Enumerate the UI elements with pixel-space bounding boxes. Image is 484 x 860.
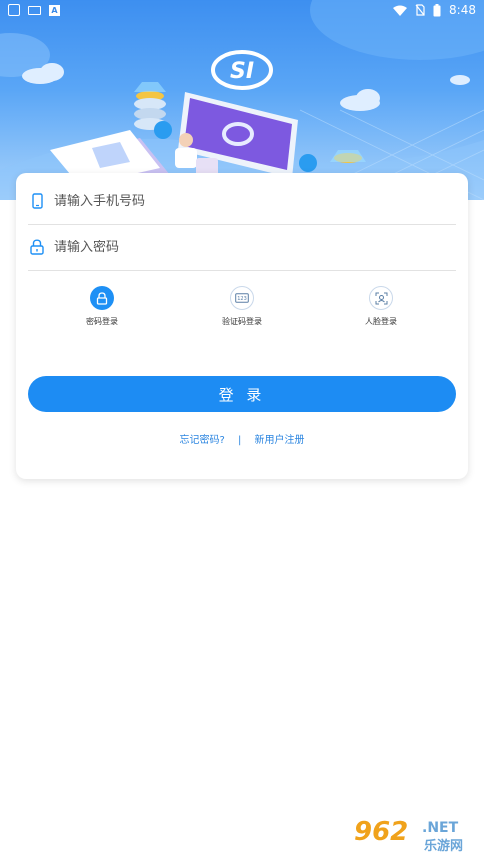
watermark-logo-icon: 962 .NET 乐游网 xyxy=(348,812,478,854)
logo-icon: SI xyxy=(211,50,273,90)
password-input[interactable] xyxy=(54,239,414,255)
forgot-password-link[interactable]: 忘记密码? xyxy=(179,435,224,446)
code-icon: 123 xyxy=(230,286,254,310)
battery-icon xyxy=(433,3,441,16)
login-mode-selector: 密码登录 123 验证码登录 人脸登录 xyxy=(16,286,468,336)
lock-icon xyxy=(90,286,114,310)
face-login-option[interactable]: 人脸登录 xyxy=(336,286,426,327)
site-watermark: 962 .NET 乐游网 xyxy=(346,810,480,856)
no-sim-icon xyxy=(415,4,425,16)
phone-icon xyxy=(30,192,44,210)
login-card: 密码登录 123 验证码登录 人脸登录 登 录 忘记密码? xyxy=(16,173,468,479)
register-link[interactable]: 新用户注册 xyxy=(255,435,305,446)
face-login-label: 人脸登录 xyxy=(365,317,397,326)
status-bar: A 8:48 xyxy=(0,0,484,20)
header-illustration: SI xyxy=(0,0,484,200)
code-login-label: 验证码登录 xyxy=(222,317,262,326)
hero-graphic: SI xyxy=(0,0,484,200)
svg-text:.NET: .NET xyxy=(422,820,459,836)
svg-text:乐游网: 乐游网 xyxy=(424,838,463,854)
svg-text:123: 123 xyxy=(237,296,247,302)
password-login-option[interactable]: 密码登录 xyxy=(57,286,147,327)
link-separator: | xyxy=(237,435,242,446)
status-time: 8:48 xyxy=(449,3,476,17)
svg-text:SI: SI xyxy=(230,59,254,84)
code-login-option[interactable]: 123 验证码登录 xyxy=(197,286,287,327)
face-icon xyxy=(369,286,393,310)
login-button[interactable]: 登 录 xyxy=(28,376,456,412)
password-login-label: 密码登录 xyxy=(86,317,118,326)
a-icon: A xyxy=(49,4,60,16)
phone-input[interactable] xyxy=(54,193,414,209)
svg-text:962: 962 xyxy=(354,817,408,847)
password-field xyxy=(28,224,456,271)
auth-links: 忘记密码? | 新用户注册 xyxy=(16,431,468,446)
wifi-icon xyxy=(393,5,408,16)
lock-icon xyxy=(30,238,44,256)
square-icon xyxy=(8,4,20,16)
phone-field xyxy=(28,178,456,225)
keyboard-icon xyxy=(28,5,41,15)
